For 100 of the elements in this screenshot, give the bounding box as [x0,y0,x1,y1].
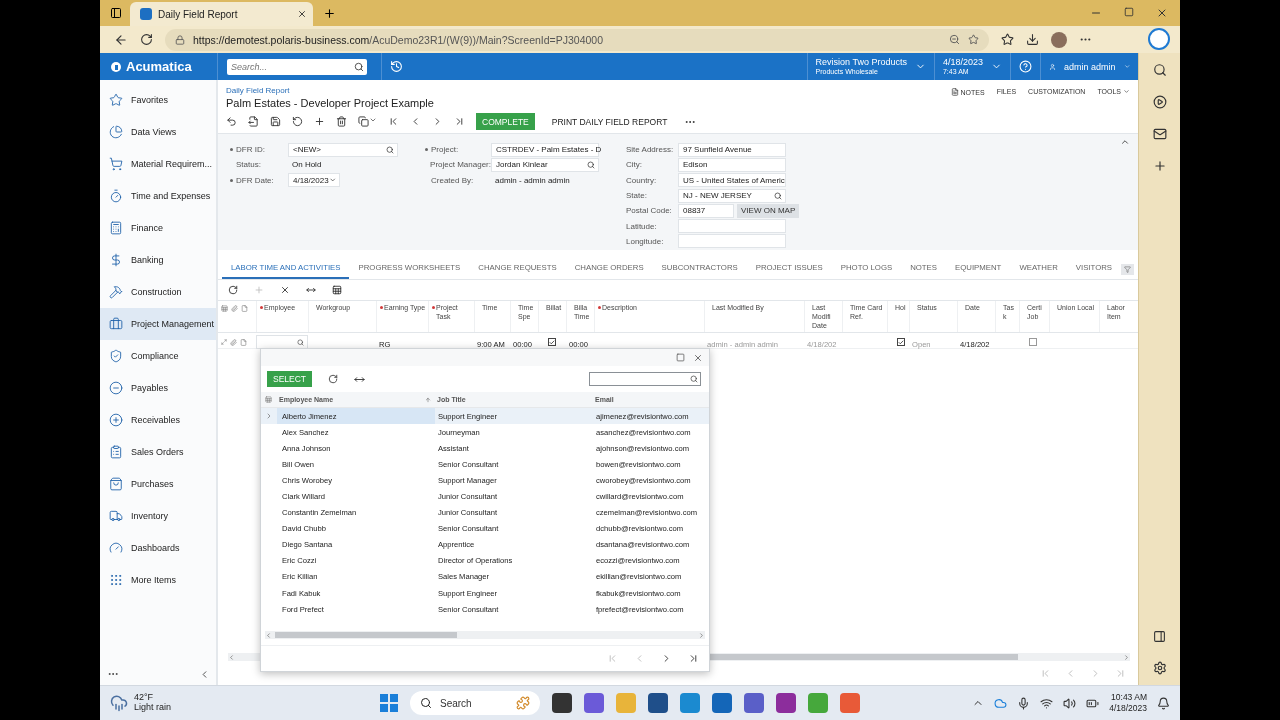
sidebar-item[interactable]: Finance [100,212,216,244]
app-icon[interactable] [552,693,572,713]
sidebar-item[interactable]: Project Management [100,308,216,340]
back-icon[interactable] [114,32,128,47]
text-field[interactable]: 08837 [678,203,734,218]
delete-icon[interactable] [336,116,347,127]
app-icon[interactable] [712,693,732,713]
search-icon[interactable] [1152,63,1167,77]
scrollbar[interactable] [265,631,705,639]
sidebar-item[interactable]: Compliance [100,340,216,372]
checkbox[interactable] [897,338,905,346]
save-close-icon[interactable] [248,116,259,127]
caret-icon [1123,88,1130,95]
app-icon[interactable] [776,693,796,713]
text-field[interactable] [678,234,786,249]
lookup-field[interactable] [256,335,308,349]
last-icon[interactable] [454,116,465,127]
browser-tab[interactable]: Daily Field Report [130,2,313,26]
maximize-icon[interactable] [676,353,685,362]
action-button[interactable]: PRINT DAILY FIELD REPORT [545,113,674,130]
refresh-icon[interactable] [328,374,339,384]
close-icon[interactable] [1156,7,1168,19]
sidebar-item[interactable]: Banking [100,244,216,276]
close-icon[interactable] [693,352,703,363]
sidebar-item[interactable]: Receivables [100,404,216,436]
note-icon [241,305,248,312]
collapse-icon[interactable] [1120,137,1130,147]
breadcrumb-link[interactable]: Daily Field Report [226,86,697,95]
lookup-field[interactable]: US - United States of Americ [678,173,786,188]
lookup-field[interactable]: NJ - NEW JERSEY [678,188,786,203]
close-icon[interactable] [297,9,307,19]
play-icon[interactable] [1152,95,1167,109]
sidebar-item[interactable]: Inventory [100,500,216,532]
calculator-icon [109,221,123,235]
field-label: Project: [425,145,491,155]
fit-columns-icon[interactable] [306,285,316,295]
grid-icon [109,573,123,587]
sidebar-item[interactable]: Favorites [100,84,216,116]
favorite-icon[interactable] [968,34,979,45]
refresh-icon[interactable] [228,285,238,295]
windows-icon[interactable] [380,694,398,712]
wifi-icon[interactable] [1040,696,1054,710]
profile-avatar[interactable] [1051,31,1067,48]
app-icon[interactable] [584,693,604,713]
notification-icon[interactable] [1157,696,1170,710]
field-label: Project Manager: [429,160,491,170]
hammer-icon [109,285,123,299]
checkbox[interactable] [548,338,556,346]
view-on-map-button[interactable]: VIEW ON MAP [737,203,800,218]
sidebar-item[interactable]: Data Views [100,116,216,148]
taskbar-search[interactable]: Search [410,691,540,715]
sidebar-item[interactable]: Sales Orders [100,436,216,468]
undo-icon[interactable] [292,116,303,127]
add-icon[interactable] [314,116,325,127]
row-indicator-icon [265,412,273,421]
sort-arrow-icon [425,396,431,403]
first-icon[interactable] [388,116,399,127]
star-icon [109,93,123,107]
search-field[interactable]: Search... [227,58,367,75]
app-icon[interactable] [648,693,668,713]
sidebar-item[interactable]: More Items [100,564,216,596]
date-field[interactable]: 4/18/2023 [288,173,340,188]
delete-icon[interactable] [280,285,290,295]
lookup-field[interactable]: Jordan Kinlear [491,157,599,172]
zoom-out-icon[interactable] [949,34,960,45]
restore-icon[interactable] [1124,7,1134,17]
back-icon[interactable] [226,116,237,127]
lookup-field[interactable]: CSTRDEV - Palm Estates - D [491,142,599,157]
copy-paste-button[interactable] [358,116,377,127]
search-field[interactable] [589,372,701,386]
microphone-icon[interactable] [1017,696,1031,710]
panel-icon[interactable] [1153,630,1166,643]
volume-icon[interactable] [1063,696,1077,710]
favorites-icon[interactable] [1001,33,1014,46]
sidebar-item[interactable]: Material Requirem... [100,148,216,180]
field-label: DFR ID: [230,145,288,155]
last-page-icon[interactable] [688,653,699,664]
tab-actions-icon[interactable] [110,7,122,19]
stopwatch-icon [109,189,123,203]
reload-icon[interactable] [140,33,153,46]
checkbox[interactable] [1029,338,1037,346]
sidebar-item[interactable]: Time and Expenses [100,180,216,212]
save-icon[interactable] [270,116,281,127]
lookup-field[interactable]: <NEW> [288,142,398,157]
sidebar-item[interactable]: Payables [100,372,216,404]
download-icon[interactable] [1026,33,1039,46]
settings-icon[interactable] [1152,661,1167,675]
text-field[interactable]: 97 Sunfield Avenue [678,142,786,157]
new-tab-icon[interactable] [323,6,336,20]
app-icon[interactable] [744,693,764,713]
sidebar-item[interactable]: Dashboards [100,532,216,564]
sidebar-item[interactable]: Purchases [100,468,216,500]
cloud-icon[interactable] [994,696,1008,710]
mail-icon[interactable] [1152,127,1167,141]
export-icon[interactable] [332,285,342,295]
text-field[interactable] [678,219,786,234]
address-bar[interactable]: https://demotest.polaris-business.com/AcuDemo23R1/(W(9))/Main?ScreenId=PJ304000 [165,28,989,51]
text-field[interactable]: Edison [678,157,786,172]
sidebar-item[interactable]: Construction [100,276,216,308]
clock[interactable]: 10:43 AM 4/18/2023 [1109,691,1147,715]
